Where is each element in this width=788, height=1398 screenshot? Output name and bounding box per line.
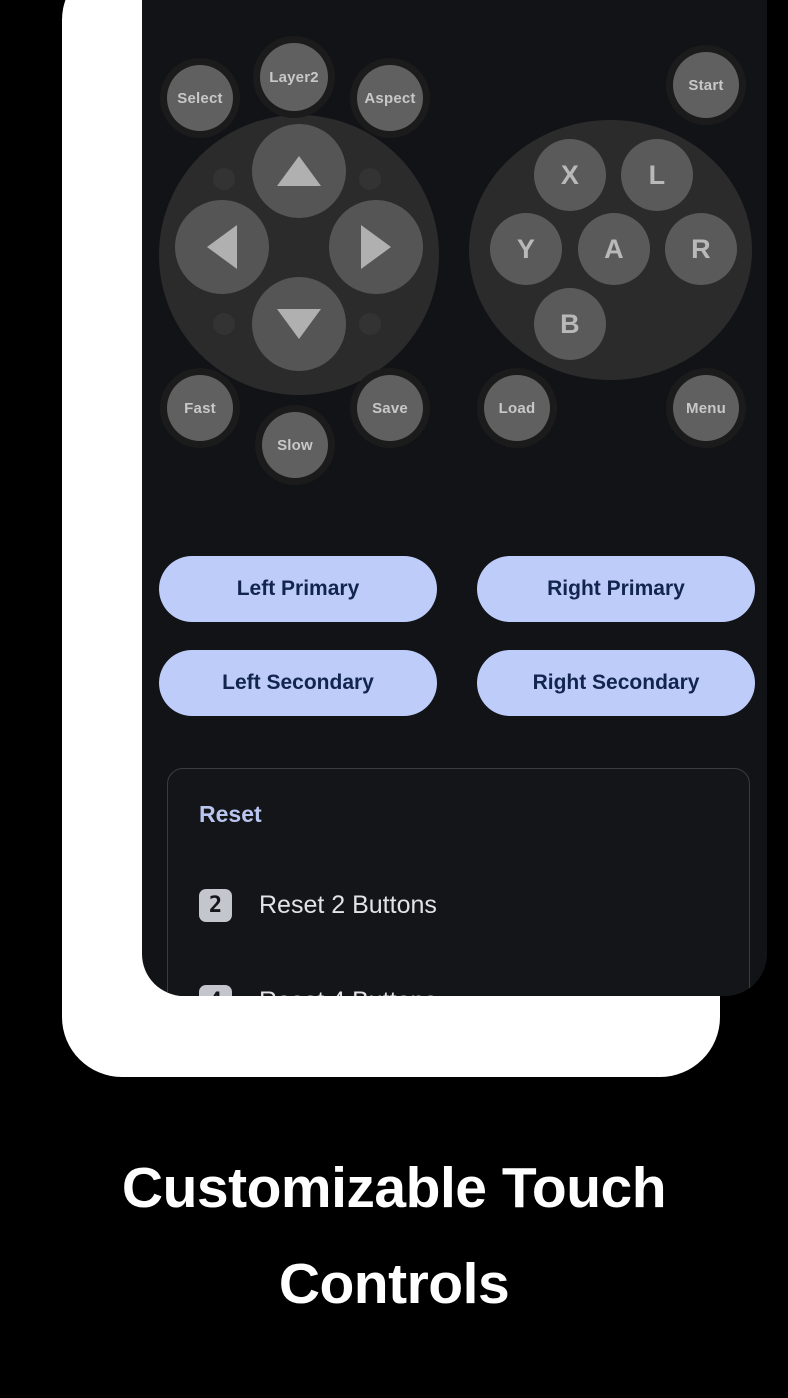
triangle-up-icon: [277, 156, 321, 186]
button-aspect-label: Aspect: [364, 89, 416, 107]
button-l[interactable]: L: [621, 139, 693, 211]
button-save-label: Save: [372, 399, 408, 417]
caption-text: Customizable Touch Controls: [121, 1156, 667, 1316]
button-slow[interactable]: Slow: [262, 412, 328, 478]
preset-pill-grid: Left Primary Right Primary Left Secondar…: [159, 556, 767, 744]
dpad-dot-upright: [359, 168, 381, 190]
button-a[interactable]: A: [578, 213, 650, 285]
pill-row-secondary: Left Secondary Right Secondary: [159, 650, 767, 716]
left-primary-button[interactable]: Left Primary: [159, 556, 437, 622]
pill-row-primary: Left Primary Right Primary: [159, 556, 767, 622]
button-load[interactable]: Load: [484, 375, 550, 441]
right-primary-button[interactable]: Right Primary: [477, 556, 755, 622]
left-primary-label: Left Primary: [236, 577, 360, 600]
number-2-icon: 2: [199, 889, 232, 922]
button-load-label: Load: [498, 399, 536, 417]
right-secondary-button[interactable]: Right Secondary: [477, 650, 755, 716]
button-r-label: R: [691, 233, 711, 264]
button-menu-label: Menu: [686, 399, 726, 417]
button-y-label: Y: [516, 233, 536, 264]
left-secondary-label: Left Secondary: [222, 671, 374, 694]
button-x[interactable]: X: [534, 139, 606, 211]
dpad-dot-upleft: [213, 168, 235, 190]
button-b-label: B: [560, 308, 580, 339]
dpad-up-button[interactable]: [252, 124, 346, 218]
button-layer2[interactable]: Layer2: [260, 43, 328, 111]
button-save[interactable]: Save: [357, 375, 423, 441]
button-x-label: X: [560, 159, 580, 190]
right-secondary-label: Right Secondary: [532, 671, 700, 694]
button-aspect[interactable]: Aspect: [357, 65, 423, 131]
button-start-label: Start: [688, 76, 724, 94]
touch-controls-overlay[interactable]: Select Layer2 Aspect Fast Slow Save Star…: [142, 0, 767, 505]
phone-screen: Select Layer2 Aspect Fast Slow Save Star…: [142, 0, 767, 996]
triangle-down-icon: [277, 309, 321, 339]
dpad-dot-downright: [359, 313, 381, 335]
reset-card: Reset 2 Reset 2 Buttons 4 Reset 4 Button…: [167, 768, 750, 996]
left-secondary-button[interactable]: Left Secondary: [159, 650, 437, 716]
button-layer2-label: Layer2: [269, 68, 319, 86]
reset-4-buttons-label: Reset 4 Buttons: [259, 987, 437, 996]
dpad-down-button[interactable]: [252, 277, 346, 371]
reset-2-buttons-label: Reset 2 Buttons: [259, 891, 437, 919]
reset-4-buttons-row[interactable]: 4 Reset 4 Buttons: [199, 985, 437, 996]
button-fast-label: Fast: [184, 399, 216, 417]
button-l-label: L: [648, 159, 666, 190]
number-4-icon: 4: [199, 985, 232, 996]
button-select-label: Select: [177, 89, 223, 107]
button-a-label: A: [604, 233, 624, 264]
button-y[interactable]: Y: [490, 213, 562, 285]
triangle-left-icon: [207, 225, 237, 269]
button-b[interactable]: B: [534, 288, 606, 360]
dpad-dot-downleft: [213, 313, 235, 335]
button-fast[interactable]: Fast: [167, 375, 233, 441]
right-primary-label: Right Primary: [547, 577, 685, 600]
button-start[interactable]: Start: [673, 52, 739, 118]
dpad-right-button[interactable]: [329, 200, 423, 294]
button-r[interactable]: R: [665, 213, 737, 285]
phone-frame: Select Layer2 Aspect Fast Slow Save Star…: [62, 0, 767, 1077]
reset-2-buttons-row[interactable]: 2 Reset 2 Buttons: [199, 889, 437, 922]
button-slow-label: Slow: [277, 436, 313, 454]
button-select[interactable]: Select: [167, 65, 233, 131]
triangle-right-icon: [361, 225, 391, 269]
button-menu[interactable]: Menu: [673, 375, 739, 441]
reset-card-title: Reset: [199, 801, 262, 827]
dpad-left-button[interactable]: [175, 200, 269, 294]
